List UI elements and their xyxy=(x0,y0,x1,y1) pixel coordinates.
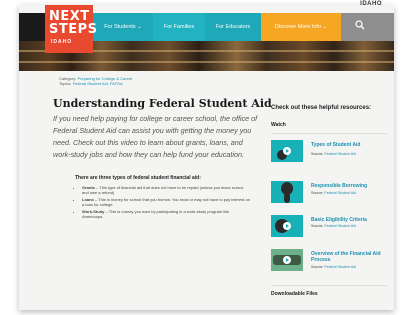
play-icon xyxy=(283,147,291,155)
divider xyxy=(271,133,387,134)
divider xyxy=(271,285,387,286)
aid-types-list: Grants – This type of financial aid that… xyxy=(75,185,250,219)
play-icon xyxy=(283,256,291,264)
aid-type-desc: – This is money you earn by participatin… xyxy=(82,209,230,219)
video-source: Source: Federal Student Aid xyxy=(311,152,356,156)
video-title[interactable]: Overview of the Financial Aid Process xyxy=(311,251,387,263)
video-card[interactable]: Overview of the Financial Aid Process So… xyxy=(271,249,387,277)
video-source: Source: Federal Student Aid xyxy=(311,191,356,195)
webpage-mockup: For Students ⌄ For Families For Educator… xyxy=(19,5,394,310)
nav-for-families[interactable]: For Families xyxy=(153,13,205,41)
video-thumbnail[interactable] xyxy=(271,140,303,162)
nav-for-students[interactable]: For Students ⌄ xyxy=(93,13,153,41)
list-item: Work-Study – This is money you earn by p… xyxy=(82,209,250,219)
video-thumbnail[interactable] xyxy=(271,181,303,203)
aid-type-desc: – This type of financial aid that does n… xyxy=(82,185,244,195)
watch-label: Watch xyxy=(271,122,286,128)
list-item: Grants – This type of financial aid that… xyxy=(82,185,250,195)
video-title[interactable]: Responsible Borrowing xyxy=(311,183,387,189)
video-title[interactable]: Types of Student Aid xyxy=(311,142,387,148)
nav-discover-more[interactable]: Discover More Info ⌄ xyxy=(261,13,341,41)
aid-type-desc: – This is money for school that you borr… xyxy=(82,197,251,207)
topics-label: Topics: xyxy=(59,81,72,86)
intro-paragraph: If you need help paying for college or c… xyxy=(53,114,258,159)
topics-link[interactable]: Federal Student Aid, FAFSA xyxy=(73,81,123,86)
video-card[interactable]: Basic Eligibility Criteria Source: Feder… xyxy=(271,215,387,243)
video-thumbnail[interactable] xyxy=(271,215,303,237)
aid-types-heading: There are three types of federal student… xyxy=(75,175,201,181)
video-card[interactable]: Types of Student Aid Source: Federal Stu… xyxy=(271,140,387,168)
search-button[interactable] xyxy=(341,13,394,41)
search-icon xyxy=(355,20,365,30)
video-source: Source: Federal Student Aid xyxy=(311,224,356,228)
resources-sidebar: Check out these helpful resources: Watch xyxy=(271,105,387,128)
sidebar-heading: Check out these helpful resources: xyxy=(271,105,372,111)
video-thumbnail[interactable] xyxy=(271,249,303,271)
logo-line-2: STEPS xyxy=(49,22,98,37)
nav-for-educators[interactable]: For Educators xyxy=(205,13,261,41)
video-title[interactable]: Basic Eligibility Criteria xyxy=(311,217,387,223)
play-icon xyxy=(283,222,291,230)
next-steps-logo[interactable]: NEXT STEPS IDAHO xyxy=(45,5,97,53)
page-title: Understanding Federal Student Aid xyxy=(53,97,272,110)
downloadable-files-heading: Downloadable Files xyxy=(271,291,318,297)
aid-types-section: There are three types of federal student… xyxy=(75,175,250,221)
video-source: Source: Federal Student Aid xyxy=(311,265,356,269)
list-item: Loans – This is money for school that yo… xyxy=(82,197,250,207)
video-card[interactable]: Responsible Borrowing Source: Federal St… xyxy=(271,181,387,209)
breadcrumb: Category: Preparing for College & Career… xyxy=(59,76,132,86)
logo-line-3: IDAHO xyxy=(51,39,73,45)
